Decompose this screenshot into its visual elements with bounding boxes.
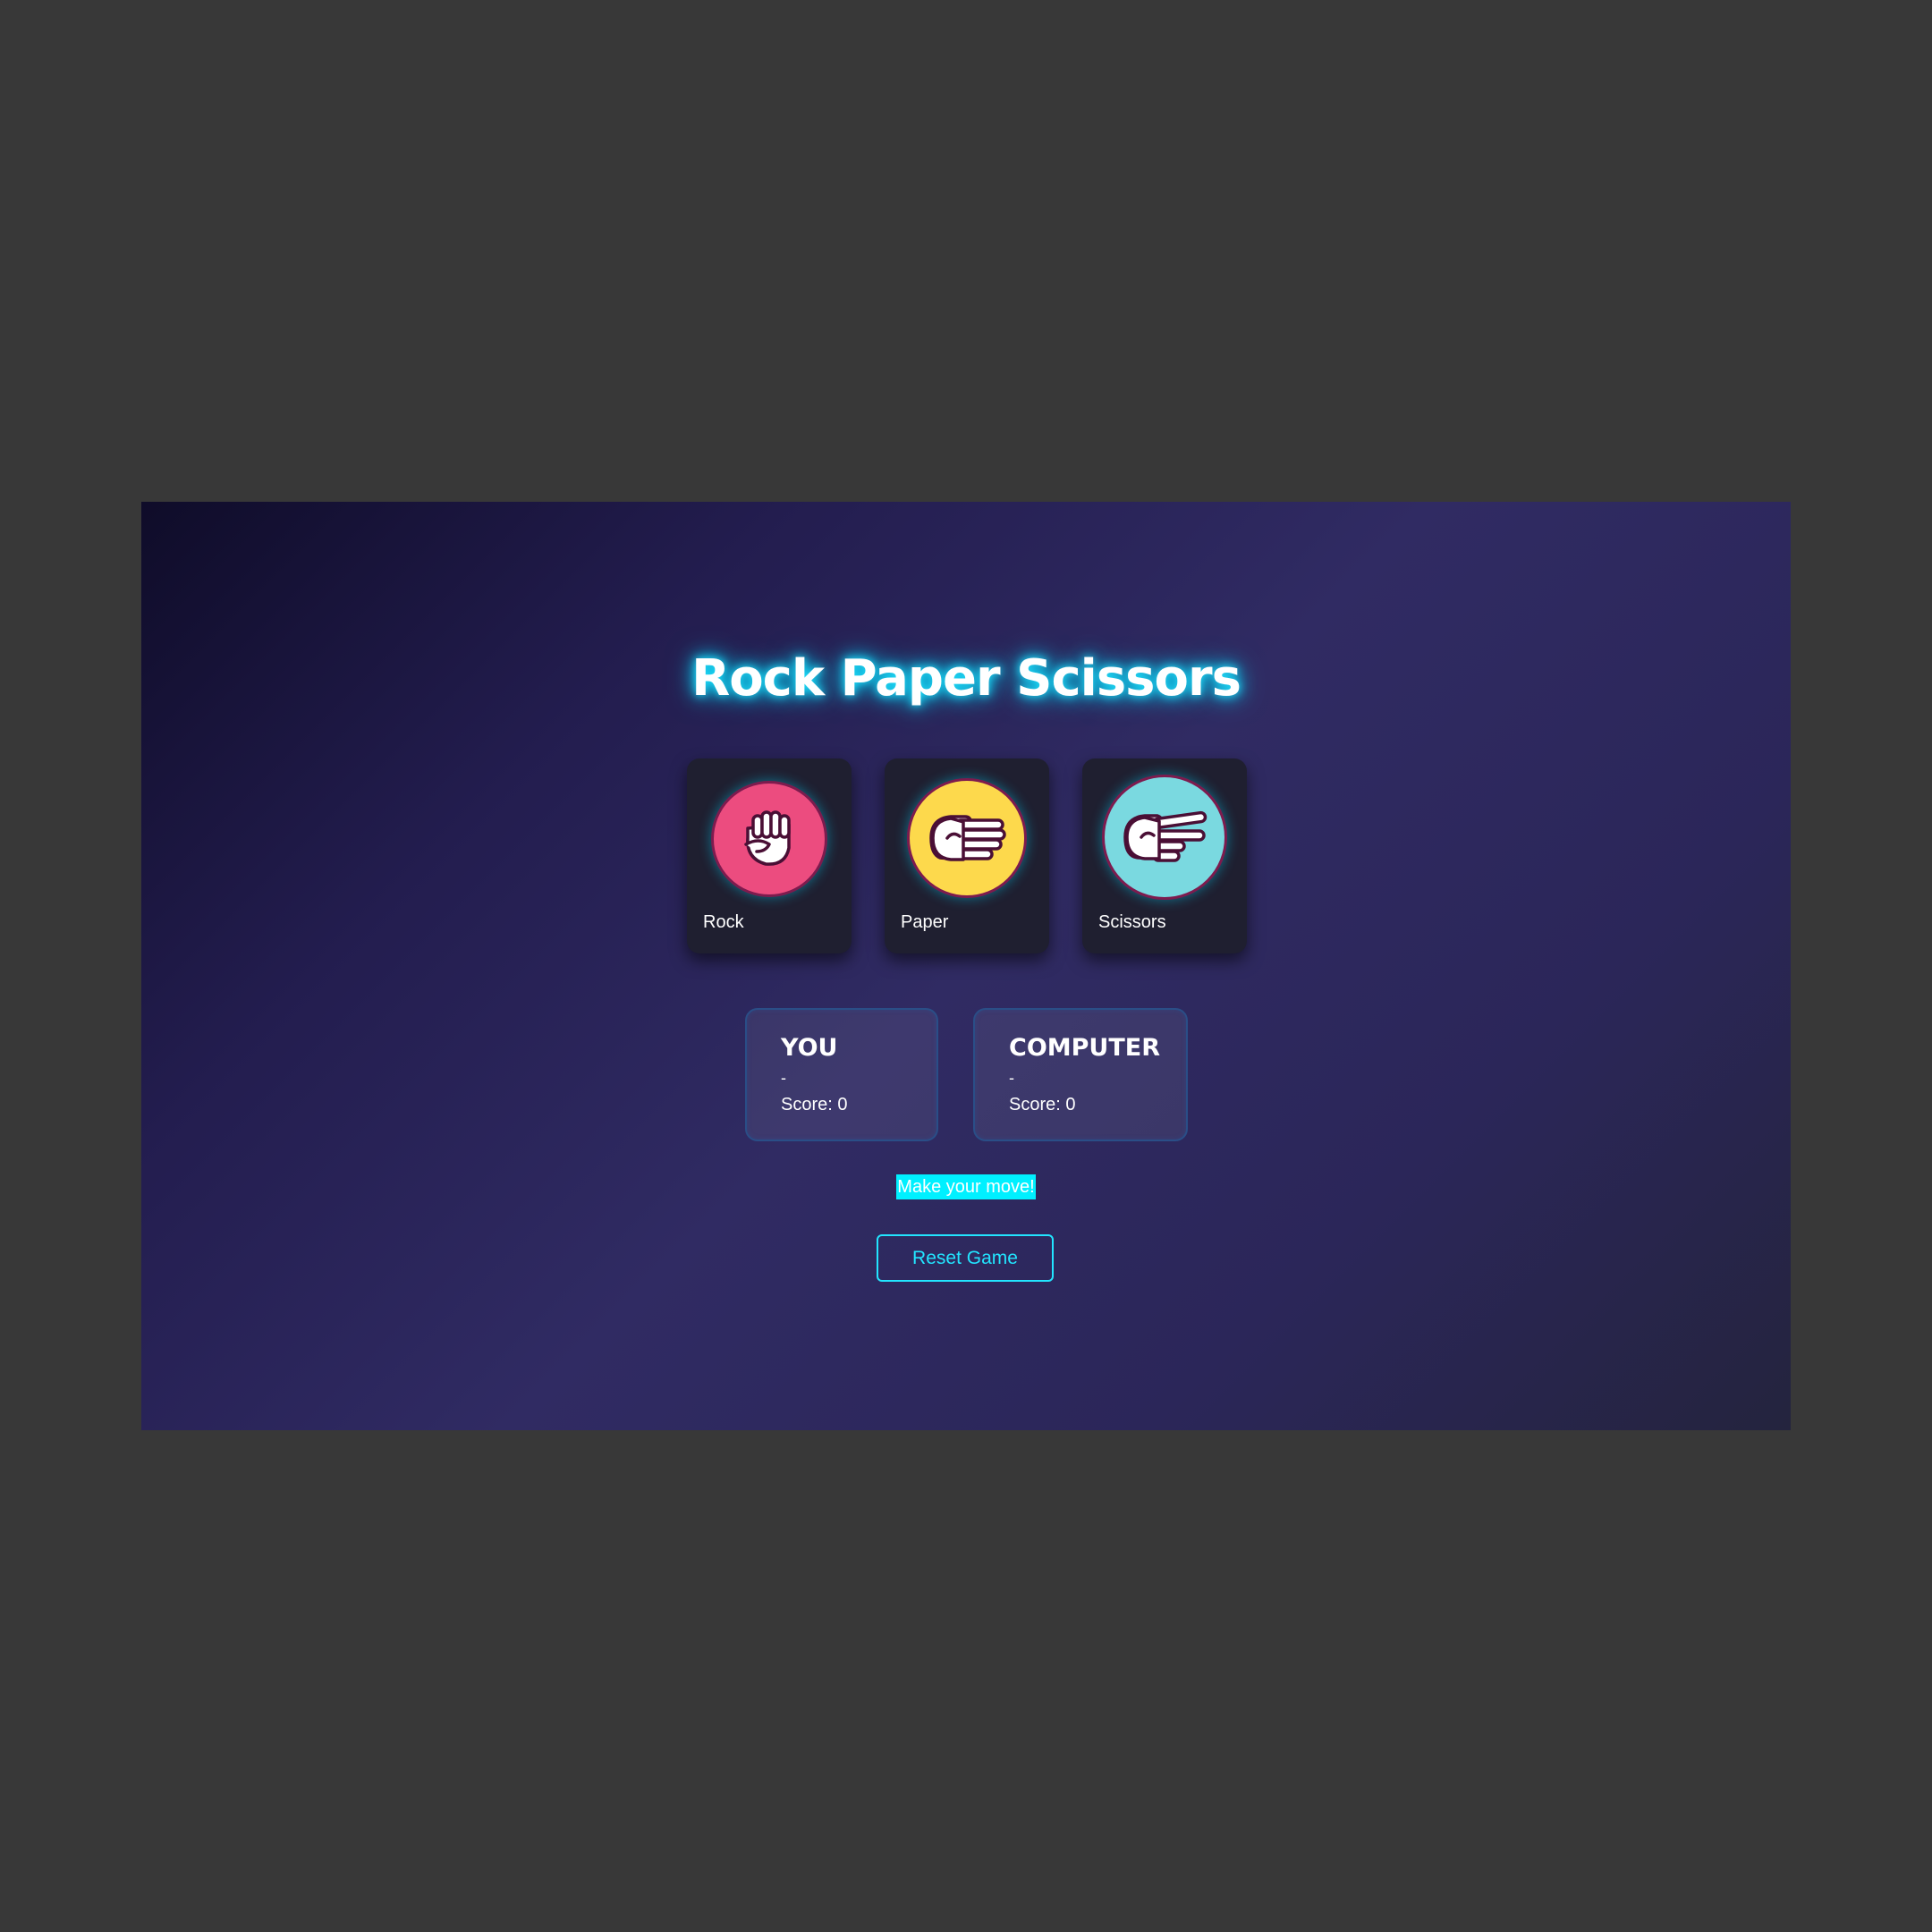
computer-choice: - — [1009, 1069, 1014, 1087]
status-row: Make your move! — [141, 1174, 1791, 1199]
player-score-card: YOU - Score: 0 — [745, 1008, 938, 1141]
scissors-icon-circle — [1102, 775, 1227, 900]
computer-score: Score: 0 — [1009, 1095, 1076, 1114]
rock-label: Rock — [703, 912, 744, 932]
game-title: Rock Paper Scissors — [691, 649, 1241, 708]
choice-list: Rock Paper Scissors — [687, 758, 1259, 955]
game-area: Rock Paper Scissors Rock Paper Scissors … — [141, 502, 1791, 1430]
computer-name: COMPUTER — [1009, 1034, 1161, 1062]
paper-choice-button[interactable]: Paper — [885, 758, 1049, 953]
rock-icon-circle — [711, 781, 827, 897]
rock-choice-button[interactable]: Rock — [687, 758, 852, 953]
computer-score-card: COMPUTER - Score: 0 — [973, 1008, 1188, 1141]
status-message: Make your move! — [896, 1174, 1036, 1199]
open-hand-icon — [929, 815, 1006, 861]
fist-icon — [744, 810, 791, 866]
player-choice: - — [781, 1069, 786, 1087]
reset-game-button[interactable]: Reset Game — [877, 1234, 1054, 1282]
scissors-choice-button[interactable]: Scissors — [1082, 758, 1247, 953]
player-score: Score: 0 — [781, 1095, 848, 1114]
two-fingers-icon — [1123, 810, 1208, 862]
scissors-label: Scissors — [1098, 912, 1166, 932]
paper-icon-circle — [907, 778, 1027, 898]
player-name: YOU — [781, 1034, 838, 1062]
paper-label: Paper — [901, 912, 949, 932]
